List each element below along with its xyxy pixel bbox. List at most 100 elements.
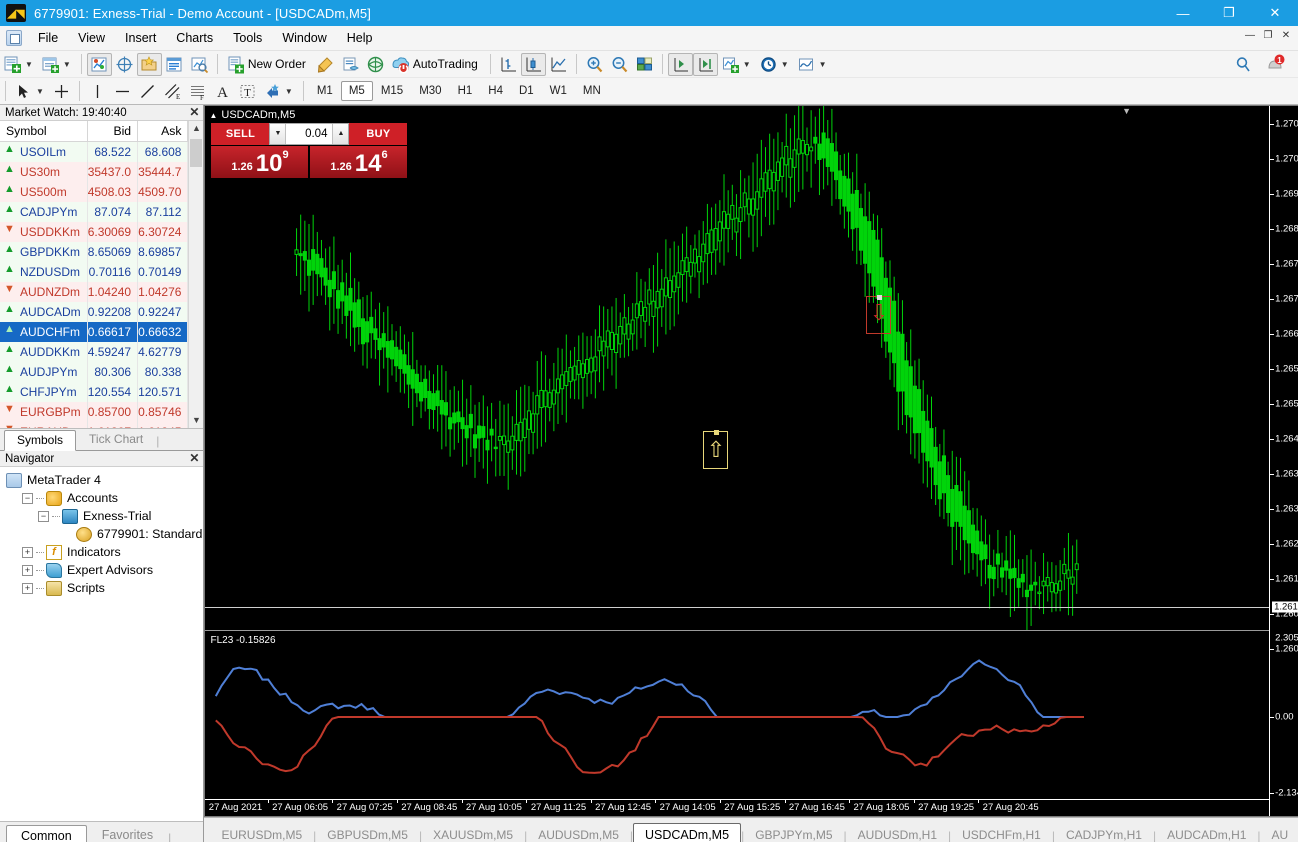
data-window-button[interactable]	[112, 53, 137, 76]
column-symbol[interactable]: Symbol	[0, 121, 88, 142]
arrows-tool[interactable]: ▼	[260, 80, 298, 103]
chart-tab-audcadm-h1[interactable]: AUDCADm,H1	[1156, 824, 1257, 842]
tree-item-6779901-standard[interactable]: 6779901: Standard	[6, 525, 203, 543]
new-chart-dropdown-caret[interactable]: ▼	[25, 60, 35, 69]
column-ask[interactable]: Ask	[137, 121, 189, 142]
sell-arrow-marker[interactable]: ⇩	[866, 295, 892, 334]
buy-button[interactable]: BUY	[349, 123, 408, 145]
menu-item-charts[interactable]: Charts	[166, 28, 223, 48]
sell-price-display[interactable]: 1.26 10 9	[211, 145, 309, 178]
market-watch-row[interactable]: EURGBPm 0.857000.85746	[0, 401, 189, 422]
indicators-dropdown-caret[interactable]: ▼	[743, 60, 753, 69]
chart-tab-eurusdm-m5[interactable]: EURUSDm,M5	[210, 824, 313, 842]
chart-shift-button[interactable]	[667, 52, 693, 76]
menu-item-insert[interactable]: Insert	[115, 28, 166, 48]
timeframe-h1[interactable]: H1	[450, 81, 481, 101]
volume-increment-icon[interactable]: ▲	[332, 124, 349, 144]
menu-item-view[interactable]: View	[68, 28, 115, 48]
profiles-dropdown-caret[interactable]: ▼	[63, 60, 73, 69]
market-watch-row[interactable]: AUDCHFm 0.666170.66632	[0, 321, 189, 342]
chart-tab-xauusdm-m5[interactable]: XAUUSDm,M5	[422, 824, 524, 842]
horizontal-line-tool[interactable]	[110, 80, 135, 103]
cursor-dropdown-caret[interactable]: ▼	[36, 87, 46, 96]
market-watch-row[interactable]: US500m 4508.034509.70	[0, 181, 189, 202]
market-watch-row[interactable]: AUDDKKm 4.592474.62779	[0, 341, 189, 362]
mdi-minimize-button[interactable]: —	[1242, 28, 1258, 44]
menu-item-tools[interactable]: Tools	[223, 28, 272, 48]
buy-arrow-marker[interactable]: ⇧	[703, 430, 729, 469]
menu-item-file[interactable]: File	[28, 28, 68, 48]
volume-decrement-icon[interactable]: ▼	[270, 124, 287, 144]
subwindow-separator[interactable]	[205, 630, 1270, 631]
chart-tab-au[interactable]: AU	[1261, 824, 1298, 842]
text-label-tool[interactable]: T	[235, 80, 260, 103]
bar-chart-button[interactable]	[496, 53, 521, 76]
trendline-tool[interactable]	[135, 80, 160, 103]
tree-expand-icon[interactable]: +	[22, 546, 33, 558]
chart-tab-usdchfm-h1[interactable]: USDCHFm,H1	[951, 824, 1052, 842]
tab-symbols[interactable]: Symbols	[4, 430, 77, 451]
arrows-dropdown-caret[interactable]: ▼	[285, 87, 295, 96]
mdi-close-button[interactable]: ✕	[1278, 28, 1294, 44]
scroll-down-icon[interactable]: ▼	[188, 413, 204, 428]
market-watch-row[interactable]: AUDNZDm 1.042401.04276	[0, 281, 189, 302]
chart-tab-gbpjpym-m5[interactable]: GBPJPYm,M5	[744, 824, 843, 842]
price-axis[interactable]: 1.27075 1.27005 1.26935 1.26865 1.26795 1.267…	[1269, 106, 1298, 816]
new-chart-button[interactable]: ▼	[0, 53, 38, 76]
timeframe-m5[interactable]: M5	[340, 81, 373, 101]
templates-dropdown-caret[interactable]: ▼	[819, 60, 829, 69]
profiles-button[interactable]: ▼	[38, 53, 76, 76]
navigator-button[interactable]	[136, 52, 162, 76]
tree-item-scripts[interactable]: + Scripts	[6, 579, 203, 597]
tree-item-accounts[interactable]: − Accounts	[6, 489, 203, 507]
expert-advisors-button[interactable]	[338, 53, 363, 76]
mdi-restore-button[interactable]: ❐	[1260, 28, 1276, 44]
tree-item-metatrader-4[interactable]: MetaTrader 4	[6, 471, 203, 489]
market-watch-row[interactable]: CHFJPYm 120.554120.571	[0, 381, 189, 402]
time-axis[interactable]: 27 Aug 2021 27 Aug 06:05 27 Aug 07:25 27 Au…	[205, 799, 1270, 816]
market-watch-close-icon[interactable]: ✕	[189, 105, 199, 120]
market-watch-row[interactable]: US30m 35437.035444.7	[0, 161, 189, 182]
timeframe-d1[interactable]: D1	[511, 81, 542, 101]
scroll-up-icon[interactable]: ▲	[188, 121, 204, 136]
market-watch-row[interactable]: GBPDKKm 8.650698.69857	[0, 241, 189, 262]
timeframe-m1[interactable]: M1	[309, 81, 341, 101]
timeframe-w1[interactable]: W1	[542, 81, 575, 101]
tree-expand-icon[interactable]: +	[22, 582, 33, 594]
tab-tick-chart[interactable]: Tick Chart	[76, 429, 156, 450]
autotrading-button[interactable]: AutoTrading	[388, 53, 485, 76]
fibonacci-tool[interactable]: F	[185, 80, 210, 103]
market-watch-row[interactable]: AUDCADm 0.922080.92247	[0, 301, 189, 322]
tab-common[interactable]: Common	[6, 825, 87, 842]
timeframe-h4[interactable]: H4	[480, 81, 511, 101]
tile-windows-button[interactable]	[632, 53, 657, 76]
timeframe-m15[interactable]: M15	[373, 81, 411, 101]
chart-tab-cadjpym-h1[interactable]: CADJPYm,H1	[1055, 824, 1153, 842]
new-order-button[interactable]: New Order	[223, 53, 313, 76]
notifications-button[interactable]: 1	[1262, 53, 1290, 76]
scrollbar-thumb[interactable]	[190, 139, 203, 167]
market-watch-row[interactable]: NZDUSDm 0.701160.70149	[0, 261, 189, 282]
menu-item-window[interactable]: Window	[272, 28, 336, 48]
close-button[interactable]: ✕	[1252, 0, 1298, 26]
buy-price-display[interactable]: 1.26 14 6	[310, 145, 408, 178]
chart-tab-audusdm-m5[interactable]: AUDUSDm,M5	[527, 824, 630, 842]
zoom-in-button[interactable]	[582, 53, 607, 76]
menu-item-help[interactable]: Help	[337, 28, 383, 48]
chart-tab-audusdm-h1[interactable]: AUDUSDm,H1	[847, 824, 948, 842]
periods-button[interactable]: ▼	[756, 53, 794, 76]
market-watch-row[interactable]: USDDKKm 6.300696.30724	[0, 221, 189, 242]
minimize-button[interactable]: —	[1160, 0, 1206, 26]
sell-button[interactable]: SELL	[211, 123, 270, 145]
signals-button[interactable]	[363, 53, 388, 76]
tree-collapse-icon[interactable]: −	[38, 510, 49, 522]
strategy-tester-button[interactable]	[187, 53, 212, 76]
tree-expand-icon[interactable]: +	[22, 564, 33, 576]
metaeditor-button[interactable]	[313, 53, 338, 76]
market-watch-row[interactable]: USOILm 68.52268.608	[0, 141, 189, 162]
timeframe-mn[interactable]: MN	[575, 81, 609, 101]
timeframe-m30[interactable]: M30	[411, 81, 449, 101]
market-watch-row[interactable]: CADJPYm 87.07487.112	[0, 201, 189, 222]
candlestick-chart-button[interactable]	[520, 52, 546, 76]
navigator-close-icon[interactable]: ✕	[189, 451, 199, 466]
